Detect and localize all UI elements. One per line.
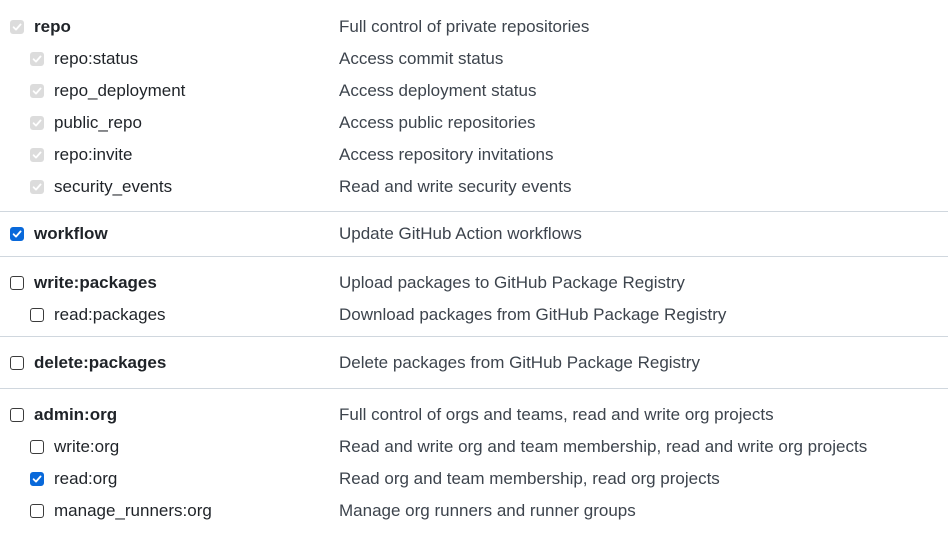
- scope-checkbox-repo-invite: [30, 148, 44, 162]
- scope-checkbox-repo-status: [30, 52, 44, 66]
- checkmark-icon: [12, 23, 22, 31]
- checkmark-icon: [32, 55, 42, 63]
- scope-description-repo-deployment: Access deployment status: [339, 81, 537, 100]
- scope-checkbox-security-events: [30, 180, 44, 194]
- scope-name-admin-org[interactable]: admin:org: [34, 399, 117, 431]
- scope-description-read-org: Read org and team membership, read org p…: [339, 469, 720, 488]
- scope-name-public-repo[interactable]: public_repo: [54, 107, 142, 139]
- scope-row-read-org: read:org Read org and team membership, re…: [0, 463, 948, 495]
- scope-checkbox-repo: [10, 20, 24, 34]
- scope-row-public-repo: public_repo Access public repositories: [0, 107, 948, 139]
- scope-name-write-packages[interactable]: write:packages: [34, 267, 157, 299]
- scope-name-workflow[interactable]: workflow: [34, 218, 108, 250]
- scope-name-manage-runners-org[interactable]: manage_runners:org: [54, 495, 212, 527]
- scope-name-repo[interactable]: repo: [34, 11, 71, 43]
- scope-name-security-events[interactable]: security_events: [54, 171, 172, 203]
- scope-name-read-packages[interactable]: read:packages: [54, 299, 166, 331]
- scope-description-manage-runners-org: Manage org runners and runner groups: [339, 501, 636, 520]
- scope-group-workflow: workflow Update GitHub Action workflows: [0, 212, 948, 257]
- scope-checkbox-read-org[interactable]: [30, 472, 44, 486]
- scope-checkbox-write-org[interactable]: [30, 440, 44, 454]
- scope-row-delete-packages: delete:packages Delete packages from GitH…: [0, 347, 948, 379]
- scope-row-workflow: workflow Update GitHub Action workflows: [0, 218, 948, 250]
- checkmark-icon: [32, 87, 42, 95]
- scope-row-write-packages: write:packages Upload packages to GitHub …: [0, 267, 948, 299]
- scope-row-repo-invite: repo:invite Access repository invitations: [0, 139, 948, 171]
- oauth-scopes-list: repo Full control of private repositories…: [0, 0, 948, 542]
- scope-description-delete-packages: Delete packages from GitHub Package Regi…: [339, 353, 700, 372]
- scope-description-repo-status: Access commit status: [339, 49, 504, 68]
- scope-name-repo-status[interactable]: repo:status: [54, 43, 138, 75]
- scope-name-read-org[interactable]: read:org: [54, 463, 117, 495]
- scope-row-security-events: security_events Read and write security e…: [0, 171, 948, 203]
- checkmark-icon: [32, 151, 42, 159]
- scope-description-read-packages: Download packages from GitHub Package Re…: [339, 305, 727, 324]
- scope-description-admin-org: Full control of orgs and teams, read and…: [339, 405, 774, 424]
- scope-row-admin-org: admin:org Full control of orgs and teams,…: [0, 399, 948, 431]
- scope-description-repo-invite: Access repository invitations: [339, 145, 554, 164]
- scope-checkbox-workflow[interactable]: [10, 227, 24, 241]
- checkmark-icon: [32, 119, 42, 127]
- scope-group-repo: repo Full control of private repositories…: [0, 0, 948, 212]
- scope-name-repo-deployment[interactable]: repo_deployment: [54, 75, 185, 107]
- scope-row-repo: repo Full control of private repositories: [0, 11, 948, 43]
- scope-description-public-repo: Access public repositories: [339, 113, 536, 132]
- scope-checkbox-write-packages[interactable]: [10, 276, 24, 290]
- checkmark-icon: [32, 475, 42, 483]
- scope-description-repo: Full control of private repositories: [339, 17, 590, 36]
- scope-group-delete-packages: delete:packages Delete packages from GitH…: [0, 337, 948, 389]
- scope-row-read-packages: read:packages Download packages from GitH…: [0, 299, 948, 331]
- scope-row-repo-deployment: repo_deployment Access deployment status: [0, 75, 948, 107]
- scope-group-write-packages: write:packages Upload packages to GitHub …: [0, 257, 948, 337]
- scope-checkbox-manage-runners-org[interactable]: [30, 504, 44, 518]
- scope-row-manage-runners-org: manage_runners:org Manage org runners and…: [0, 495, 948, 527]
- scope-checkbox-admin-org[interactable]: [10, 408, 24, 422]
- scope-name-write-org[interactable]: write:org: [54, 431, 119, 463]
- scope-description-write-org: Read and write org and team membership, …: [339, 437, 868, 456]
- checkmark-icon: [12, 230, 22, 238]
- scope-row-repo-status: repo:status Access commit status: [0, 43, 948, 75]
- scope-group-admin-org: admin:org Full control of orgs and teams,…: [0, 389, 948, 527]
- scope-description-workflow: Update GitHub Action workflows: [339, 224, 582, 243]
- scope-checkbox-delete-packages[interactable]: [10, 356, 24, 370]
- scope-checkbox-read-packages[interactable]: [30, 308, 44, 322]
- scope-description-security-events: Read and write security events: [339, 177, 572, 196]
- checkmark-icon: [32, 183, 42, 191]
- scope-checkbox-repo-deployment: [30, 84, 44, 98]
- scope-row-write-org: write:org Read and write org and team mem…: [0, 431, 948, 463]
- scope-name-delete-packages[interactable]: delete:packages: [34, 347, 166, 379]
- scope-checkbox-public-repo: [30, 116, 44, 130]
- scope-name-repo-invite[interactable]: repo:invite: [54, 139, 132, 171]
- scope-description-write-packages: Upload packages to GitHub Package Regist…: [339, 273, 685, 292]
